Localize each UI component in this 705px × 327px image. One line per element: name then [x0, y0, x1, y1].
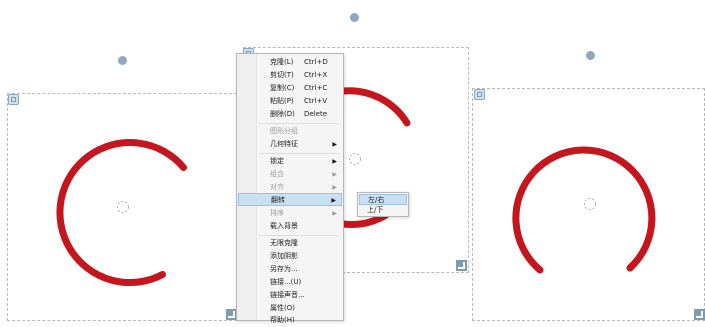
- menu-item-label: 粘贴(P): [270, 97, 294, 105]
- menu-item-label: 图形分组: [270, 127, 298, 135]
- menu-item-label: 链接...(U): [270, 278, 302, 286]
- menu-item-label: 复制(C): [270, 84, 295, 92]
- resize-handle-right[interactable]: [694, 309, 705, 320]
- menu-item-link-sound[interactable]: 链接声音...: [238, 289, 342, 302]
- submenu-arrow-icon: ▶: [332, 171, 337, 178]
- shape-selection-box-left[interactable]: [7, 93, 237, 321]
- menu-item-clone[interactable]: 克隆(L) Ctrl+D: [238, 56, 342, 69]
- rotation-handle-right[interactable]: [586, 51, 595, 60]
- menu-separator: [259, 153, 339, 154]
- menu-item-save-as[interactable]: 另存为...: [238, 263, 342, 276]
- menu-item-label: 链接声音...: [270, 291, 305, 299]
- menu-item-label: 锁定: [270, 157, 284, 165]
- resize-handle-center[interactable]: [456, 260, 467, 271]
- submenu-arrow-icon: ▶: [331, 197, 336, 204]
- menu-item-combine[interactable]: 组合 ▶: [238, 168, 342, 181]
- menu-item-label: 删除(D): [270, 110, 295, 118]
- menu-item-label: 组合: [270, 170, 284, 178]
- menu-item-add-shadow[interactable]: 添加阴影: [238, 250, 342, 263]
- menu-item-label: 载入背景: [270, 222, 298, 230]
- menu-item-paste[interactable]: 粘贴(P) Ctrl+V: [238, 95, 342, 108]
- submenu-item-label: 上/下: [367, 206, 384, 214]
- context-menu: 克隆(L) Ctrl+D 剪切(T) Ctrl+X 复制(C) Ctrl+C 粘…: [236, 53, 344, 324]
- submenu-arrow-icon: ▶: [332, 141, 337, 148]
- menu-item-copy[interactable]: 复制(C) Ctrl+C: [238, 82, 342, 95]
- submenu-item-flip-vertical[interactable]: 上/下: [359, 205, 407, 216]
- menu-item-order[interactable]: 排序 ▶: [238, 207, 342, 220]
- menu-item-label: 排序: [270, 209, 284, 217]
- menu-separator: [259, 235, 339, 236]
- menu-item-label: 无限克隆: [270, 239, 298, 247]
- menu-item-shortcut: Ctrl+D: [304, 58, 328, 66]
- menu-item-shortcut: Delete: [304, 110, 327, 118]
- submenu-item-flip-horizontal[interactable]: 左/右: [359, 194, 407, 205]
- menu-item-flip[interactable]: 翻转 ▶: [238, 193, 342, 206]
- menu-item-shortcut: Ctrl+X: [304, 71, 328, 79]
- menu-item-link[interactable]: 链接...(U): [238, 276, 342, 289]
- shape-menu-handle-right[interactable]: [474, 89, 485, 100]
- menu-item-label: 几何特征: [270, 140, 298, 148]
- menu-item-shortcut: Ctrl+C: [304, 84, 328, 92]
- shape-menu-handle-left[interactable]: [8, 94, 19, 105]
- menu-item-delete[interactable]: 删除(D) Delete: [238, 108, 342, 121]
- shape-selection-box-right[interactable]: [472, 88, 705, 321]
- menu-item-label: 另存为...: [270, 265, 298, 273]
- menu-item-label: 翻转: [271, 196, 285, 204]
- flip-submenu: 左/右 上/下: [357, 192, 409, 217]
- submenu-arrow-icon: ▶: [332, 210, 337, 217]
- submenu-item-label: 左/右: [368, 196, 385, 204]
- menu-item-geometry[interactable]: 几何特征 ▶: [238, 138, 342, 151]
- drawing-canvas[interactable]: [0, 0, 705, 321]
- menu-item-label: 克隆(L): [270, 58, 294, 66]
- menu-item-lock[interactable]: 锁定 ▶: [238, 155, 342, 168]
- menu-item-label: 剪切(T): [270, 71, 294, 79]
- rotation-handle-center[interactable]: [350, 13, 359, 22]
- menu-separator: [259, 123, 339, 124]
- submenu-arrow-icon: ▶: [332, 158, 337, 165]
- red-arc-shape-right[interactable]: [0, 0, 656, 274]
- menu-item-shape-group[interactable]: 图形分组: [238, 125, 342, 138]
- menu-item-shortcut: Ctrl+V: [304, 97, 328, 105]
- rotation-handle-left[interactable]: [118, 56, 127, 65]
- menu-item-infinite-clone[interactable]: 无限克隆: [238, 237, 342, 250]
- menu-item-cut[interactable]: 剪切(T) Ctrl+X: [238, 69, 342, 82]
- menu-item-load-background[interactable]: 载入背景: [238, 220, 342, 233]
- menu-item-label: 添加阴影: [270, 252, 298, 260]
